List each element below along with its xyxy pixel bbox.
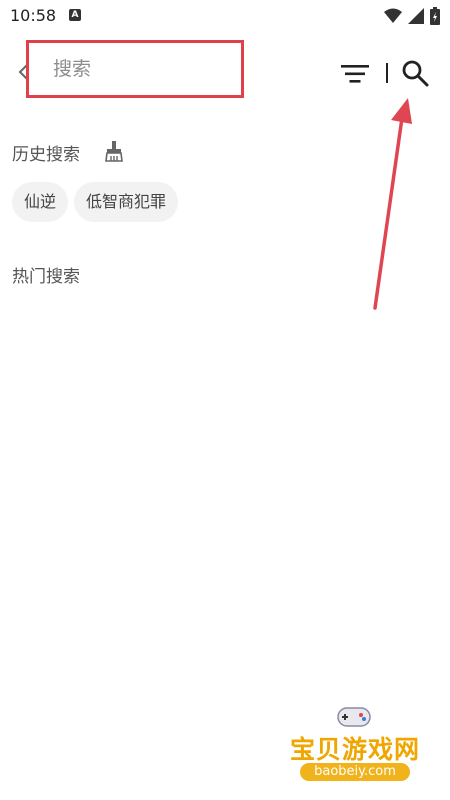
annotation-arrow <box>373 98 412 310</box>
watermark-title: 宝贝游戏网 <box>289 735 420 764</box>
gamepad-icon <box>337 707 371 727</box>
signal-icon <box>408 8 424 24</box>
hot-section-title: 热门搜索 <box>12 267 80 287</box>
history-section-title: 历史搜索 <box>12 145 80 165</box>
filter-icon[interactable] <box>340 62 370 86</box>
search-icon[interactable] <box>400 58 430 88</box>
header-divider <box>386 63 388 83</box>
search-input[interactable] <box>26 40 244 98</box>
history-tag[interactable]: 仙逆 <box>12 182 69 222</box>
status-bar: 10:58 A <box>0 0 450 32</box>
notification-a-icon: A <box>69 9 81 21</box>
history-tags: 仙逆 低智商犯罪 <box>12 182 179 222</box>
watermark-logo: 宝贝游戏网 baobeiy.com <box>270 700 440 795</box>
status-time: 10:58 <box>10 6 57 25</box>
wifi-icon <box>384 8 402 23</box>
broom-icon[interactable] <box>103 140 125 162</box>
battery-icon <box>430 7 440 25</box>
history-tag[interactable]: 低智商犯罪 <box>74 182 179 222</box>
watermark-url: baobeiy.com <box>300 763 410 781</box>
status-icons <box>384 6 440 26</box>
